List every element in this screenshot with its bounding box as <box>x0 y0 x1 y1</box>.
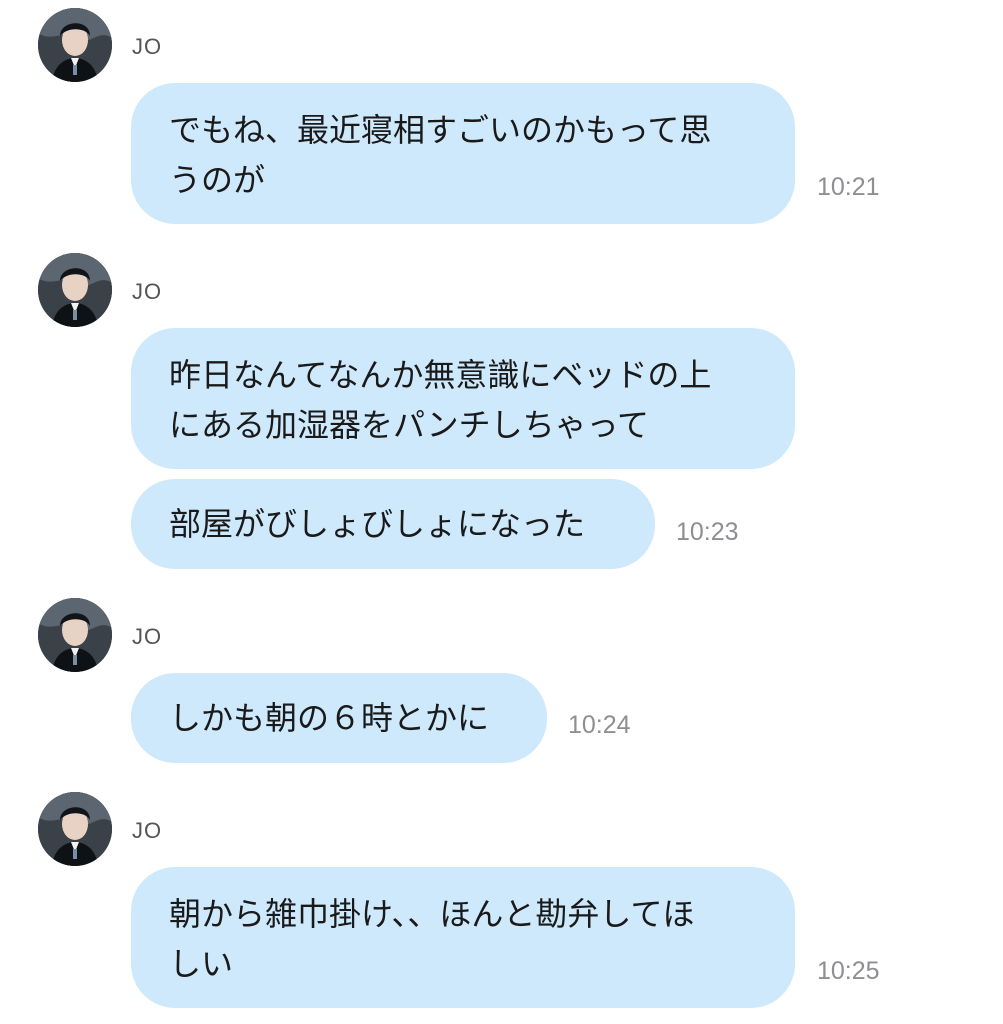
avatar-icon <box>38 8 112 82</box>
avatar[interactable] <box>38 598 112 672</box>
sender-name: JO <box>132 624 163 649</box>
message-bubble[interactable]: 昨日なんてなんか無意識にベッドの上 にある加湿器をパンチしちゃって <box>131 328 795 469</box>
sender-name: JO <box>132 34 163 59</box>
avatar[interactable] <box>38 8 112 82</box>
avatar-icon <box>38 792 112 866</box>
message-bubble[interactable]: しかも朝の６時とかに <box>131 673 547 763</box>
message-bubble[interactable]: 朝から雑巾掛け、、ほんと勘弁してほ しい <box>131 867 795 1008</box>
message-bubble[interactable]: 部屋がびしょびしょになった <box>131 479 655 569</box>
chat-thread: JO でもね、最近寝相すごいのかもって思 うのが 10:21 JO 昨日なんてな… <box>0 0 1003 1024</box>
message-timestamp: 10:23 <box>676 518 739 546</box>
avatar-icon <box>38 598 112 672</box>
avatar[interactable] <box>38 792 112 866</box>
message-timestamp: 10:21 <box>817 173 880 201</box>
sender-name: JO <box>132 279 163 304</box>
sender-name: JO <box>132 818 163 843</box>
message-timestamp: 10:25 <box>817 957 880 985</box>
message-bubble[interactable]: でもね、最近寝相すごいのかもって思 うのが <box>131 83 795 224</box>
avatar[interactable] <box>38 253 112 327</box>
message-timestamp: 10:24 <box>568 711 631 739</box>
avatar-icon <box>38 253 112 327</box>
